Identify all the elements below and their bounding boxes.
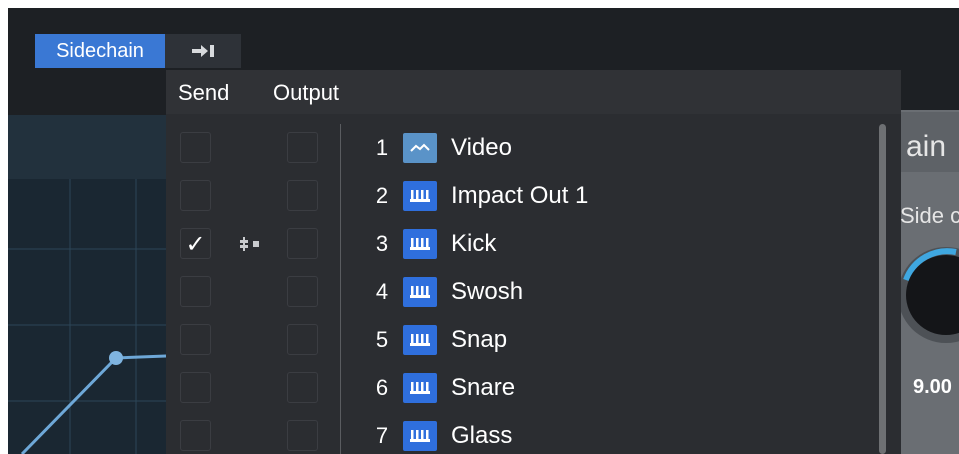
app-window: Sidechain ain Side c 9.00 Send Output 1 … <box>0 0 959 454</box>
send-checkbox[interactable] <box>180 324 211 355</box>
keyboard-icon <box>403 181 437 211</box>
send-checkbox[interactable] <box>180 276 211 307</box>
track-name: Video <box>451 134 512 161</box>
route-button[interactable] <box>165 34 241 68</box>
output-checkbox[interactable] <box>287 132 318 163</box>
panel-title: ain <box>906 130 947 163</box>
curve-handle[interactable] <box>109 351 123 365</box>
track-number: 6 <box>375 375 389 400</box>
keyboard-icon <box>403 325 437 355</box>
track-name: Glass <box>451 422 513 449</box>
knob-value: 9.00 <box>913 376 952 398</box>
graph-header-strip <box>8 115 166 179</box>
output-checkbox[interactable] <box>287 420 318 451</box>
menu-scrollbar[interactable] <box>879 124 886 454</box>
track-name: Impact Out 1 <box>451 182 589 209</box>
track-number: 3 <box>375 231 389 256</box>
send-checkbox[interactable] <box>180 132 211 163</box>
keyboard-icon <box>403 373 437 403</box>
route-arrow-icon <box>192 45 214 57</box>
sidechain-config-icon[interactable] <box>240 237 264 251</box>
track-name: Snare <box>451 374 516 401</box>
output-checkbox[interactable] <box>287 276 318 307</box>
keyboard-icon <box>403 229 437 259</box>
keyboard-icon <box>403 421 437 451</box>
track-name: Swosh <box>451 278 524 305</box>
track-name: Snap <box>451 326 508 353</box>
keyboard-icon <box>403 277 437 307</box>
track-number: 4 <box>375 279 389 304</box>
track-number: 1 <box>375 135 389 160</box>
send-checkbox[interactable] <box>180 420 211 451</box>
send-column-header: Send <box>178 80 230 105</box>
output-checkbox[interactable] <box>287 228 318 259</box>
track-number: 2 <box>375 183 389 208</box>
checkmark-icon: ✓ <box>185 231 206 258</box>
output-checkbox[interactable] <box>287 180 318 211</box>
send-checkbox[interactable] <box>180 372 211 403</box>
output-column-header: Output <box>273 80 340 105</box>
audio-waveform-icon <box>403 133 437 163</box>
output-checkbox[interactable] <box>287 372 318 403</box>
sidechain-tab[interactable]: Sidechain <box>35 34 165 68</box>
send-checkbox[interactable]: ✓ <box>180 228 211 259</box>
track-name: Kick <box>451 230 497 257</box>
track-number: 5 <box>375 327 389 352</box>
side-knob[interactable] <box>896 240 959 350</box>
side-label: Side c <box>900 203 959 228</box>
send-checkbox[interactable] <box>180 180 211 211</box>
track-number: 7 <box>375 423 389 448</box>
output-checkbox[interactable] <box>287 324 318 355</box>
